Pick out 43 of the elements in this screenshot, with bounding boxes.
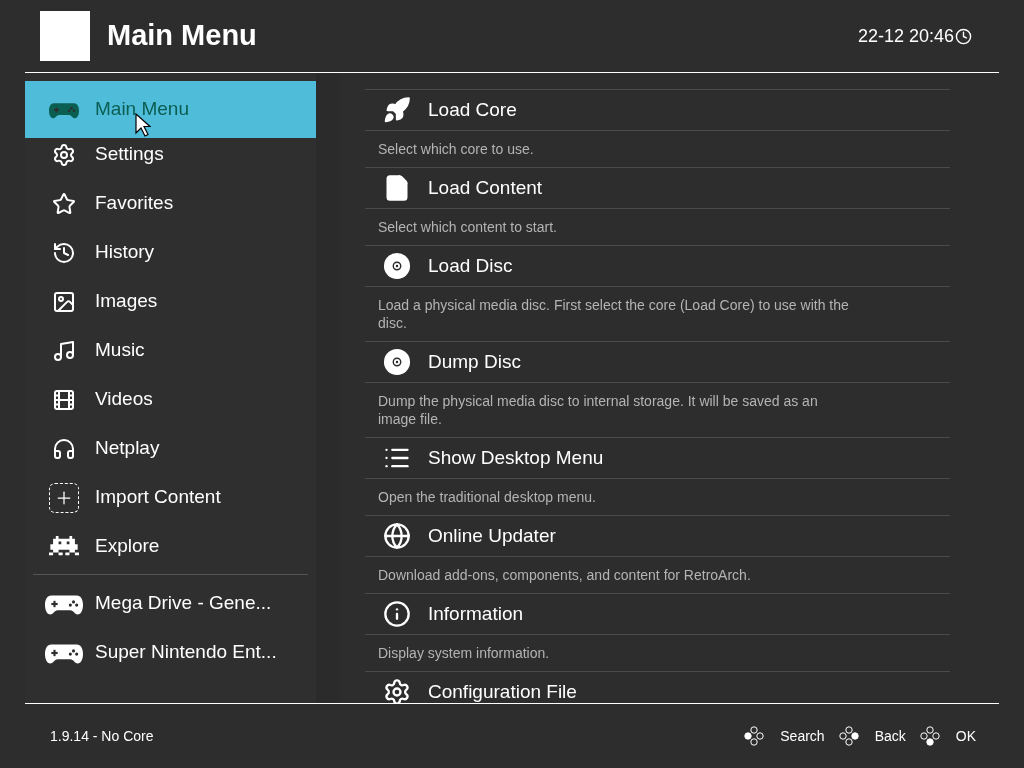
sidebar-item[interactable]: History (25, 228, 316, 277)
menu-entry[interactable]: Load Core (365, 89, 950, 131)
sidebar-item[interactable]: Import Content (25, 473, 316, 522)
clock-text: 22-12 20:46 (857, 24, 954, 48)
rocket-icon (383, 96, 411, 124)
add-icon (49, 482, 79, 513)
clock-icon (955, 27, 972, 45)
logo-icon (40, 11, 90, 61)
version-text: 1.9.14 - No Core (50, 726, 154, 746)
entry-description: Select which content to start. (378, 218, 558, 236)
entry-description: Display system information. (378, 644, 551, 662)
menu-entry[interactable]: Information (365, 593, 950, 635)
sidebar-item[interactable]: Music (25, 326, 316, 375)
sidebar-item[interactable]: Main Menu (25, 81, 316, 138)
entry-description: Download add-ons, components, and content for RetroArch. (378, 566, 752, 584)
hint-label: Search (780, 726, 825, 746)
menu-entry[interactable]: Load Disc (365, 245, 950, 287)
playlist-item[interactable]: Super Nintendo Ent... (25, 628, 316, 677)
sidebar-item[interactable]: Favorites (25, 179, 316, 228)
menu-entry[interactable]: Dump Disc (365, 341, 950, 383)
button-hint-icon (838, 726, 859, 746)
disc-icon (383, 252, 411, 280)
entry-description: Load a physical media disc. First select the core (Load Core) to use with the disc. (378, 296, 850, 332)
button-hint-icon (919, 726, 940, 746)
cursor-icon (135, 113, 151, 137)
sidebar-item[interactable]: Netplay (25, 424, 316, 473)
disc-icon (383, 348, 411, 376)
globe-icon (383, 522, 411, 550)
hint-label: Back (874, 726, 906, 746)
menu-entry[interactable]: Show Desktop Menu (365, 437, 950, 479)
menu-entry[interactable]: Load Content (365, 167, 950, 209)
sidebar-item[interactable]: Explore (25, 522, 316, 571)
info-icon (383, 600, 411, 628)
entry-description: Dump the physical media disc to internal storage. It will be saved as an image file. (378, 392, 819, 428)
playlist-item[interactable]: Mega Drive - Gene... (25, 579, 316, 628)
hint-label: OK (955, 726, 976, 746)
button-hint-icon (744, 726, 765, 746)
sidebar-item[interactable]: Images (25, 277, 316, 326)
sidebar-item[interactable]: Videos (25, 375, 316, 424)
entry-description: Open the traditional desktop menu. (378, 488, 597, 506)
menu-entry[interactable]: Online Updater (365, 515, 950, 557)
entry-description: Select which core to use. (378, 140, 535, 158)
page-title: Main Menu (107, 18, 257, 54)
